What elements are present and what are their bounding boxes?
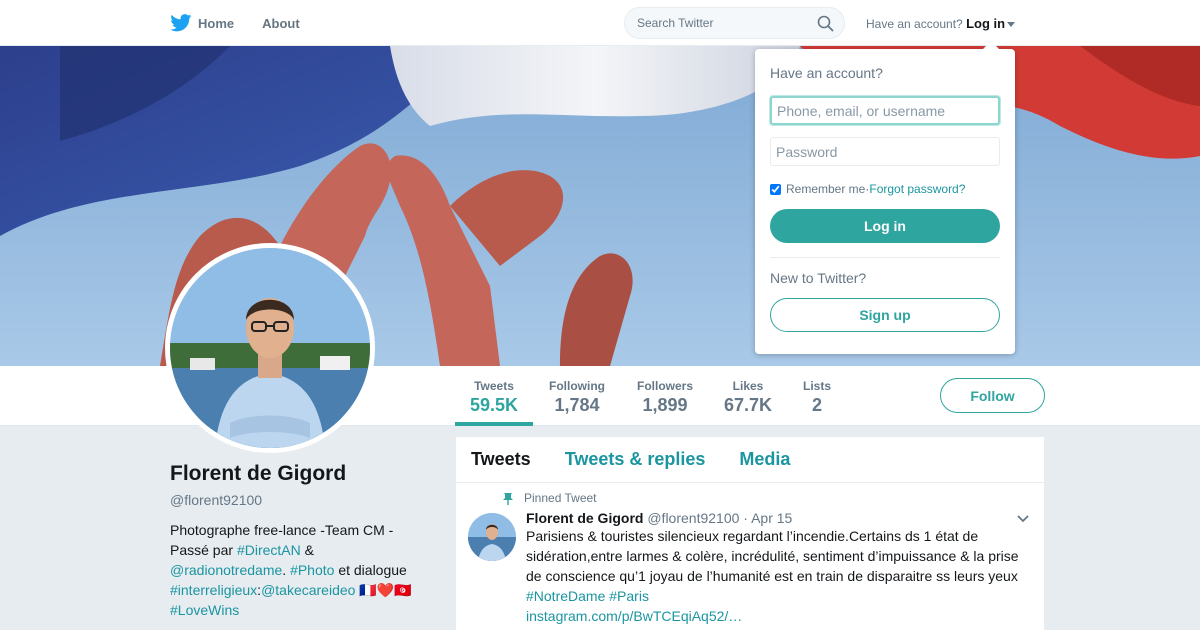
chevron-down-icon[interactable] (1016, 514, 1030, 524)
remember-row: Remember me · Forgot password? (770, 182, 1000, 196)
nav-home-label: Home (198, 15, 235, 31)
login-button[interactable]: Log in (770, 209, 1000, 243)
have-account: Have an account? Log in (866, 16, 1016, 31)
stat-followers[interactable]: Followers 1,899 (632, 366, 698, 426)
bio-text: & (300, 542, 314, 558)
tweet-author-name[interactable]: Florent de Gigord (526, 510, 643, 526)
tab-tweets-replies[interactable]: Tweets & replies (565, 449, 706, 470)
bio-hashtag-photo[interactable]: #Photo (290, 562, 334, 578)
follow-button[interactable]: Follow (940, 378, 1045, 413)
tweet-text: Parisiens & touristes silencieux regarda… (526, 526, 1026, 626)
forgot-password-link[interactable]: Forgot password? (869, 182, 965, 196)
stat-value: 2 (811, 395, 822, 415)
bio-text: . (282, 562, 291, 578)
tweet-body: Parisiens & touristes silencieux regarda… (526, 528, 1019, 584)
dropdown-title: Have an account? (770, 65, 883, 81)
bio-mention-takecareideo[interactable]: @takecareideo (261, 582, 355, 598)
caret-down-icon (1007, 22, 1016, 28)
top-nav: Home About Have an account? Log in (0, 0, 1200, 46)
search-icon[interactable] (817, 15, 834, 32)
tweet-avatar[interactable] (468, 513, 516, 561)
signup-button[interactable]: Sign up (770, 298, 1000, 332)
timeline: Tweets Tweets & replies Media Pinned Twe… (456, 437, 1044, 630)
nav-left: Home About (170, 0, 328, 46)
pinned-tweet[interactable]: Pinned Tweet Florent de Gigord @florent9… (456, 483, 1044, 626)
tab-media[interactable]: Media (739, 449, 790, 470)
tab-tweets[interactable]: Tweets (471, 449, 531, 470)
have-account-text: Have an account? (866, 17, 963, 31)
bio-mention-radionotredame[interactable]: @radionotredame (170, 562, 282, 578)
twitter-bird-icon (170, 14, 192, 32)
stat-value: 67.7K (723, 395, 773, 415)
profile-screen-name[interactable]: @florent92100 (170, 492, 430, 508)
nav-about[interactable]: About (262, 16, 300, 31)
profile-avatar[interactable] (165, 243, 375, 453)
profile-bio: Photographe free-lance -Team CM - Passé … (170, 520, 430, 620)
bio-hashtag-interreligieux[interactable]: #interreligieux (170, 582, 257, 598)
divider (770, 257, 1000, 258)
login-dropdown-toggle[interactable]: Log in (966, 16, 1016, 31)
tweet-hashtag-notredame[interactable]: #NotreDame (526, 588, 605, 604)
bio-hashtag-directan[interactable]: #DirectAN (237, 542, 301, 558)
avatar-photo (170, 248, 370, 448)
remember-checkbox[interactable] (770, 183, 781, 195)
stat-lists[interactable]: Lists 2 (798, 366, 836, 426)
profile-card: Florent de Gigord @florent92100 Photogra… (170, 462, 430, 620)
stat-label: Tweets (474, 379, 514, 393)
stat-following[interactable]: Following 1,784 (544, 366, 610, 426)
profile-name[interactable]: Florent de Gigord (170, 462, 430, 486)
stat-label: Following (549, 379, 605, 393)
stat-value: 1,784 (554, 395, 600, 415)
stat-label: Likes (732, 379, 764, 393)
login-dropdown: Have an account? Remember me · Forgot pa… (755, 41, 1015, 354)
tweet-avatar-photo (468, 513, 516, 561)
bio-hashtag-lovewins[interactable]: #LoveWins (170, 602, 239, 618)
search-box (624, 7, 845, 39)
tweet-link[interactable]: instagram.com/p/BwTCEqiAq52/… (526, 608, 742, 624)
nav-about-label: About (262, 15, 300, 31)
pin-icon (503, 492, 513, 505)
remember-label[interactable]: Remember me (786, 182, 865, 196)
tweet-author-handle[interactable]: @florent92100 (647, 510, 739, 526)
bio-text: et dialogue (334, 562, 407, 578)
tweet-hashtag-paris[interactable]: #Paris (609, 588, 649, 604)
pinned-label: Pinned Tweet (502, 491, 1029, 505)
stat-label: Followers (636, 379, 693, 393)
username-input[interactable] (770, 96, 1000, 125)
stat-tweets[interactable]: Tweets 59.5K (455, 366, 533, 426)
new-to-twitter: New to Twitter? (770, 270, 867, 286)
tweet-timestamp[interactable]: · Apr 15 (743, 510, 792, 526)
password-input[interactable] (770, 137, 1000, 166)
bio-emoji: 🇫🇷❤️🇹🇳 (355, 582, 412, 598)
stat-label: Lists (802, 379, 831, 393)
stat-value: 1,899 (642, 395, 688, 415)
timeline-tabs: Tweets Tweets & replies Media (456, 437, 1044, 483)
pinned-text: Pinned Tweet (524, 491, 597, 505)
login-link-label: Log in (966, 16, 1006, 31)
nav-home[interactable]: Home (170, 14, 234, 32)
stat-value: 59.5K (469, 395, 519, 415)
tweet-header: Florent de Gigord @florent92100 · Apr 15 (526, 510, 1029, 526)
search-input[interactable] (625, 8, 805, 38)
stat-likes[interactable]: Likes 67.7K (720, 366, 776, 426)
